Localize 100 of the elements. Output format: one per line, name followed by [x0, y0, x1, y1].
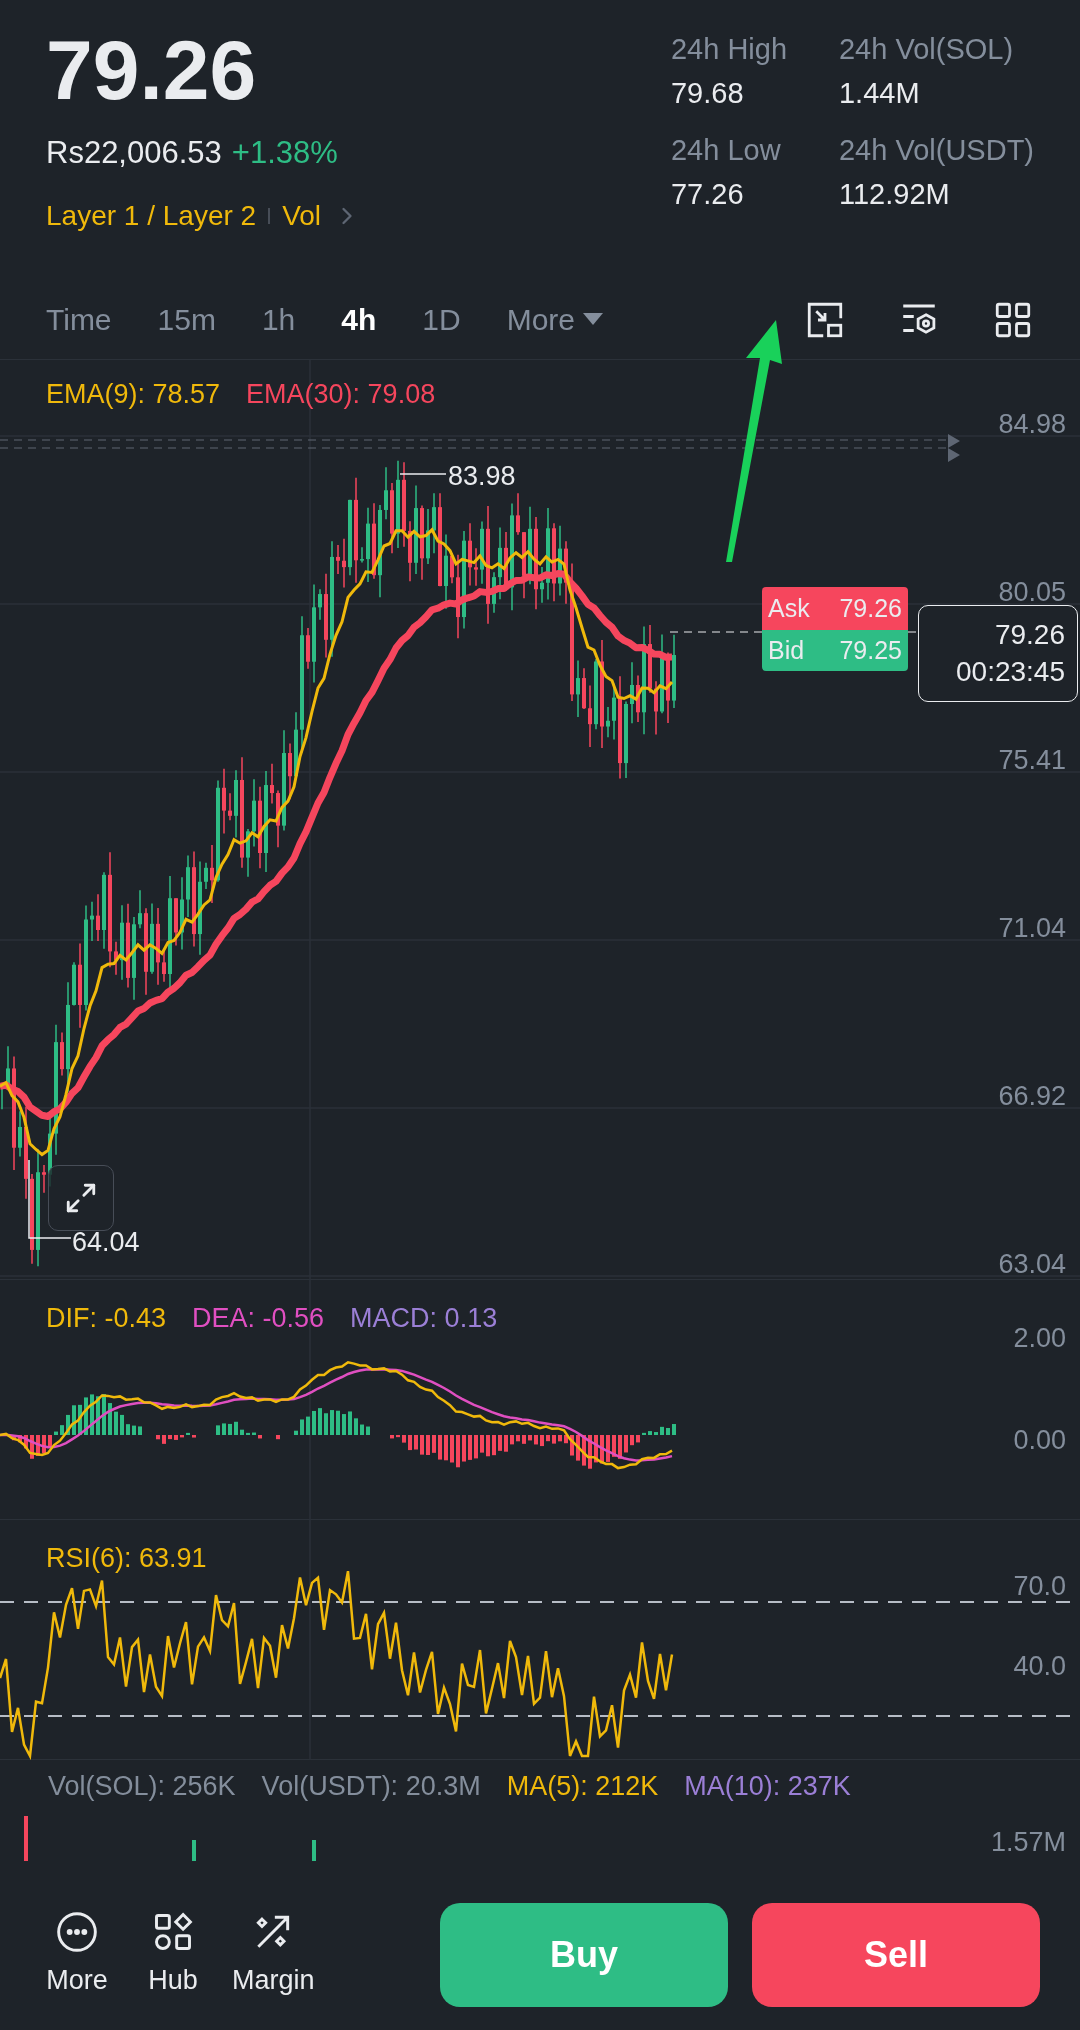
dropdown-caret-icon [583, 312, 604, 327]
histogram-bar [570, 1435, 574, 1456]
histogram-bar [624, 1435, 628, 1453]
price-axis-label: 71.04 [998, 912, 1066, 945]
histogram-bar [186, 1432, 190, 1435]
rsi-axis-label: 40.0 [1013, 1650, 1066, 1683]
histogram-bar [618, 1435, 622, 1459]
macd-axis-label: 2.00 [1013, 1322, 1066, 1355]
indicator-legend: DIF: -0.43 [46, 1298, 167, 1339]
fiat-price: Rs22,006.53 [46, 134, 222, 173]
histogram-bar [342, 1414, 346, 1435]
histogram-bar [228, 1423, 232, 1435]
indicator-legend: Vol(USDT): 20.3M [261, 1766, 481, 1807]
interval-tab[interactable]: More [506, 297, 604, 342]
stat-value: 77.26 [671, 176, 745, 212]
histogram-bar [174, 1435, 178, 1440]
more-icon [55, 1909, 99, 1954]
category-tag[interactable]: Vol [282, 194, 322, 237]
histogram-bar [474, 1435, 478, 1459]
histogram-bar [330, 1410, 334, 1435]
histogram-bar [306, 1416, 310, 1435]
histogram-bar [438, 1435, 442, 1460]
indicator-legend: MA(5): 212K [506, 1766, 659, 1807]
histogram-bar [318, 1408, 322, 1435]
histogram-bar [366, 1426, 370, 1435]
stat-label: 24h High [671, 32, 789, 67]
histogram-bar [498, 1435, 502, 1451]
buy-button[interactable]: Buy [440, 1903, 728, 2007]
indicator-legend: MA(10): 237K [684, 1766, 851, 1807]
histogram-bar [672, 1424, 676, 1435]
histogram-bar [504, 1435, 508, 1452]
high-price-label: 83.98 [448, 460, 516, 493]
histogram-bar [576, 1435, 580, 1461]
histogram-bar [396, 1435, 400, 1438]
histogram-bar [24, 1435, 28, 1449]
histogram-bar [234, 1421, 238, 1435]
histogram-bar [36, 1435, 40, 1456]
expand-button[interactable] [48, 1165, 114, 1231]
indicator-legend: RSI(6): 63.91 [46, 1538, 207, 1579]
histogram-bar [528, 1435, 532, 1441]
histogram-bar [138, 1426, 142, 1435]
histogram-bar [12, 1435, 16, 1441]
histogram-bar [300, 1419, 304, 1435]
histogram-bar [492, 1435, 496, 1456]
category-tag[interactable]: Layer 1 / Layer 2 [46, 194, 257, 237]
histogram-bar [312, 1410, 316, 1435]
histogram-bar [252, 1432, 256, 1435]
histogram-bar [480, 1435, 484, 1453]
price-axis-label: 66.92 [998, 1080, 1066, 1113]
toolbar-action[interactable]: Hub [136, 1909, 210, 2001]
low-price-label: 64.04 [72, 1226, 140, 1259]
histogram-bar [414, 1435, 418, 1450]
interval-tab[interactable]: 1h [261, 297, 296, 342]
price-axis-label: 63.04 [998, 1248, 1066, 1281]
price-marker-icon [948, 434, 960, 462]
histogram-bar [222, 1423, 226, 1435]
sell-button[interactable]: Sell [752, 1903, 1040, 2007]
interval-tab[interactable]: 15m [157, 297, 216, 342]
stat-value: 1.44M [839, 75, 921, 111]
interval-tab[interactable]: 4h [341, 297, 377, 342]
price-axis-label: 75.41 [998, 744, 1066, 777]
bid-price-tag: Bid 79.25 [762, 630, 908, 671]
histogram-bar [132, 1425, 136, 1435]
rsi-axis-label: 70.0 [1013, 1570, 1066, 1603]
histogram-bar [456, 1435, 460, 1468]
histogram-bar [636, 1435, 640, 1443]
histogram-bar [612, 1435, 616, 1457]
histogram-bar [552, 1435, 556, 1444]
histogram-bar [564, 1435, 568, 1444]
histogram-bar [276, 1435, 280, 1440]
histogram-bar [654, 1432, 658, 1435]
histogram-bar [156, 1435, 160, 1440]
histogram-bar [510, 1435, 514, 1445]
histogram-bar [546, 1435, 550, 1442]
histogram-bar [408, 1435, 412, 1451]
histogram-bar [120, 1414, 124, 1435]
histogram-bar [348, 1411, 352, 1435]
histogram-bar [468, 1435, 472, 1460]
histogram-bar [192, 1435, 196, 1438]
histogram-bar [30, 1435, 34, 1459]
histogram-bar [522, 1435, 526, 1444]
indicator-legend: EMA(9): 78.57 [46, 374, 221, 415]
histogram-bar [336, 1410, 340, 1435]
histogram-bar [354, 1418, 358, 1435]
leader-line [400, 472, 446, 476]
histogram-bar [108, 1403, 112, 1435]
histogram-bar [420, 1435, 424, 1455]
histogram-bar [390, 1435, 394, 1439]
histogram-bar [630, 1435, 634, 1446]
histogram-bar [42, 1435, 46, 1454]
histogram-bar [432, 1435, 436, 1453]
toolbar-action[interactable]: More [40, 1909, 114, 2001]
histogram-bar [606, 1435, 610, 1462]
histogram-bar [294, 1430, 298, 1435]
toolbar-action[interactable]: Margin [232, 1909, 315, 2001]
stat-label: 24h Low [671, 133, 782, 168]
interval-tab[interactable]: Time [46, 297, 112, 342]
histogram-bar [486, 1435, 490, 1457]
interval-tab[interactable]: 1D [422, 297, 461, 342]
histogram-bar [60, 1425, 64, 1435]
